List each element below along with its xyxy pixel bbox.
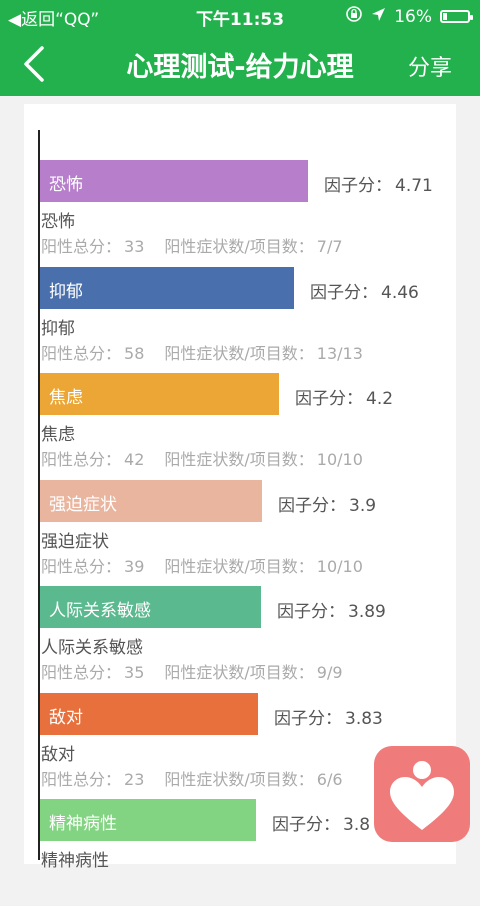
total-label: 阳性总分： bbox=[41, 556, 122, 576]
factor-score: 因子分： 3.8 bbox=[272, 810, 370, 835]
count-label: 阳性症状数/项目数： bbox=[164, 769, 314, 789]
factor-name: 抑郁 bbox=[41, 318, 75, 339]
factor-score-label: 因子分： bbox=[272, 815, 340, 835]
bar-label: 焦虑 bbox=[49, 388, 83, 408]
factor-score-label: 因子分： bbox=[278, 495, 346, 516]
count-value: 10/10 bbox=[316, 556, 363, 576]
factor-score-value: 4.71 bbox=[395, 176, 433, 196]
total-label: 阳性总分： bbox=[41, 663, 122, 682]
factor-bar: 恐怖 bbox=[40, 160, 308, 202]
factor-score: 因子分： 4.71 bbox=[324, 171, 433, 196]
total-value: 35 bbox=[124, 663, 145, 682]
factor-bar: 敌对 bbox=[40, 692, 258, 735]
factor-stats: 阳性总分： 35 阳性症状数/项目数： 9/9 bbox=[41, 659, 343, 683]
factor-score-label: 因子分： bbox=[277, 602, 345, 622]
factor-name: 焦虑 bbox=[41, 425, 75, 445]
total-value: 33 bbox=[124, 237, 145, 256]
factor-bar: 强迫症状 bbox=[40, 479, 262, 522]
factor-row: 抑郁 因子分： 4.46 抑郁阳性总分： 58 阳性症状数/项目数： 13/13 bbox=[40, 266, 460, 374]
total-value: 42 bbox=[124, 450, 145, 469]
battery-percent: 16% bbox=[394, 6, 432, 27]
factor-name: 人际关系敏感 bbox=[41, 638, 143, 658]
factor-score-label: 因子分： bbox=[324, 176, 392, 196]
count-label: 阳性症状数/项目数： bbox=[164, 450, 314, 469]
status-bar: ◀返回“QQ” 下午11:53 16% bbox=[0, 0, 480, 32]
bar-label: 抑郁 bbox=[49, 281, 83, 302]
factor-score-value: 4.46 bbox=[381, 282, 419, 303]
battery-icon bbox=[440, 10, 473, 23]
count-value: 7/7 bbox=[316, 237, 343, 256]
factor-score-value: 3.83 bbox=[345, 708, 383, 729]
factor-name: 敌对 bbox=[41, 744, 75, 765]
total-value: 23 bbox=[124, 769, 145, 789]
factor-stats: 阳性总分： 42 阳性症状数/项目数： 10/10 bbox=[41, 446, 363, 470]
location-icon bbox=[371, 7, 386, 27]
count-value: 6/6 bbox=[316, 769, 343, 789]
count-value: 9/9 bbox=[316, 663, 343, 682]
bar-label: 恐怖 bbox=[49, 175, 83, 195]
factor-stats: 阳性总分： 23 阳性症状数/项目数： 6/6 bbox=[41, 766, 343, 790]
factor-stats: 阳性总分： 33 阳性症状数/项目数： 7/7 bbox=[41, 233, 343, 257]
factor-bar: 抑郁 bbox=[40, 266, 294, 309]
count-label: 阳性症状数/项目数： bbox=[164, 343, 314, 363]
orientation-lock-icon bbox=[345, 5, 363, 28]
factor-row: 人际关系敏感 因子分： 3.89 人际关系敏感 阳性总分： 35 阳性症状数/项目数： 9/9 bbox=[40, 586, 460, 693]
count-label: 阳性症状数/项目数： bbox=[164, 237, 314, 256]
share-button[interactable]: 分享 bbox=[408, 50, 452, 82]
heart-person-icon bbox=[390, 761, 454, 830]
factor-row: 焦虑 因子分： 4.2 焦虑阳性总分： 42 阳性症状数/项目数： 10/10 bbox=[40, 373, 460, 480]
factor-score-value: 3.9 bbox=[349, 495, 377, 516]
factor-stats: 阳性总分： 58 阳性症状数/项目数： 13/13 bbox=[41, 340, 363, 364]
total-label: 阳性总分： bbox=[41, 769, 122, 789]
factor-name: 精神病性 bbox=[41, 851, 109, 871]
app-logo-button[interactable] bbox=[374, 746, 470, 842]
factor-row: 强迫症状 因子分： 3.9 强迫症状阳性总分： 39 阳性症状数/项目数： 10/10 bbox=[40, 479, 460, 587]
total-value: 39 bbox=[124, 556, 145, 576]
count-value: 13/13 bbox=[316, 343, 363, 363]
factor-stats: 阳性总分： 39 阳性症状数/项目数： 10/10 bbox=[41, 553, 363, 577]
factor-score: 因子分： 3.9 bbox=[278, 491, 376, 516]
bar-label: 强迫症状 bbox=[49, 494, 117, 515]
battery-fill bbox=[443, 13, 447, 20]
total-label: 阳性总分： bbox=[41, 343, 122, 363]
factor-score: 因子分： 4.46 bbox=[310, 278, 419, 303]
count-value: 10/10 bbox=[316, 450, 363, 469]
count-label: 阳性症状数/项目数： bbox=[164, 556, 314, 576]
factor-name: 强迫症状 bbox=[41, 531, 109, 552]
bar-label: 精神病性 bbox=[49, 814, 117, 834]
total-label: 阳性总分： bbox=[41, 450, 122, 469]
factor-score-label: 因子分： bbox=[310, 282, 378, 303]
status-right: 16% bbox=[345, 5, 473, 28]
factor-score: 因子分： 4.2 bbox=[295, 384, 393, 409]
factor-score-value: 4.2 bbox=[366, 389, 394, 409]
factor-bar: 焦虑 bbox=[40, 373, 279, 415]
factor-name: 恐怖 bbox=[41, 212, 75, 232]
bar-label: 敌对 bbox=[49, 707, 83, 728]
factor-bar: 精神病性 bbox=[40, 799, 256, 841]
factor-bar: 人际关系敏感 bbox=[40, 586, 261, 628]
factor-row: 恐怖 因子分： 4.71 恐怖阳性总分： 33 阳性症状数/项目数： 7/7 bbox=[40, 160, 460, 267]
factor-score-value: 3.8 bbox=[343, 815, 371, 835]
bar-label: 人际关系敏感 bbox=[49, 601, 151, 621]
factor-score-label: 因子分： bbox=[274, 708, 342, 729]
factor-score: 因子分： 3.89 bbox=[277, 597, 386, 622]
factor-score-value: 3.89 bbox=[348, 602, 386, 622]
count-label: 阳性症状数/项目数： bbox=[164, 663, 314, 682]
factor-score-label: 因子分： bbox=[295, 389, 363, 409]
factor-score: 因子分： 3.83 bbox=[274, 704, 383, 729]
nav-bar: 心理测试-给力心理 分享 bbox=[0, 32, 480, 96]
total-label: 阳性总分： bbox=[41, 237, 122, 256]
total-value: 58 bbox=[124, 343, 145, 363]
